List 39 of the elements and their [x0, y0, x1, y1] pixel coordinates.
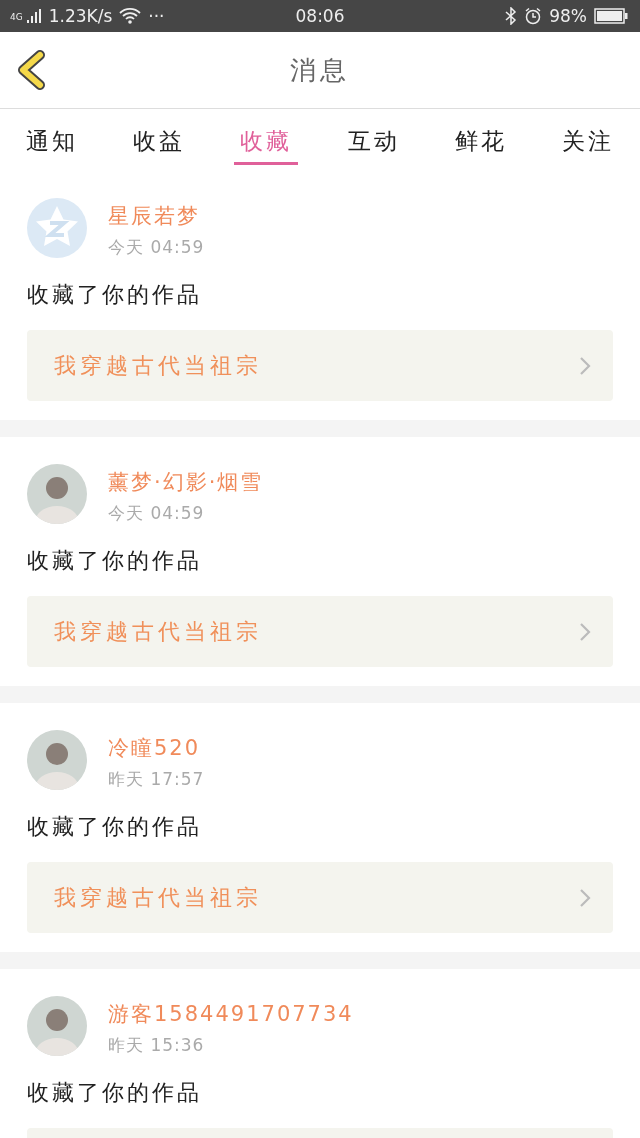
message-text: 收藏了你的作品 — [27, 1079, 203, 1107]
bluetooth-icon — [505, 7, 518, 25]
work-title: 我穿越古代当祖宗 — [54, 617, 262, 646]
tab[interactable]: 收益 — [127, 109, 192, 165]
message-text: 收藏了你的作品 — [27, 547, 203, 575]
user-name[interactable]: 薰梦·幻影·烟雪 — [108, 467, 264, 496]
message-text: 收藏了你的作品 — [27, 813, 203, 841]
tab[interactable]: 收藏 — [234, 109, 299, 165]
tab[interactable]: 通知 — [20, 109, 84, 165]
work-link-card[interactable]: 我穿越古代当祖宗 — [27, 330, 613, 401]
more-dots: ··· — [148, 6, 165, 26]
work-link-card[interactable]: 我穿越古代当祖宗 — [27, 596, 613, 667]
chevron-right-icon — [579, 621, 591, 642]
message-time: 昨天 15:36 — [108, 1033, 206, 1057]
tab[interactable]: 关注 — [555, 109, 620, 165]
network-type: 4G — [10, 12, 23, 22]
work-title: 我穿越古代当祖宗 — [54, 351, 262, 380]
chevron-right-icon — [579, 355, 591, 376]
user-name[interactable]: 游客1584491707734 — [108, 999, 354, 1028]
work-title: 我穿越古代当祖宗 — [54, 883, 262, 912]
page-title: 消息 — [290, 53, 350, 87]
message-time: 昨天 17:57 — [108, 767, 205, 791]
battery-percent: 98% — [549, 6, 587, 26]
tab[interactable]: 互动 — [341, 109, 406, 165]
battery-icon — [594, 7, 628, 25]
tab[interactable]: 鲜花 — [448, 109, 513, 165]
message-time: 今天 04:59 — [108, 501, 206, 525]
message-text: 收藏了你的作品 — [27, 281, 203, 309]
work-link-card[interactable]: 我穿越古代当祖宗 — [27, 862, 613, 933]
default-avatar-icon — [27, 198, 87, 258]
clock-time: 08:06 — [295, 6, 345, 26]
signal-icon — [25, 8, 42, 24]
user-name[interactable]: 冷瞳520 — [108, 733, 205, 762]
message-time: 今天 04:59 — [108, 235, 205, 259]
chevron-right-icon — [579, 887, 591, 908]
wifi-icon — [119, 7, 142, 25]
alarm-clock-icon — [524, 7, 543, 25]
network-speed: 1.23K/s — [48, 6, 113, 26]
user-name[interactable]: 星辰若梦 — [108, 201, 205, 230]
